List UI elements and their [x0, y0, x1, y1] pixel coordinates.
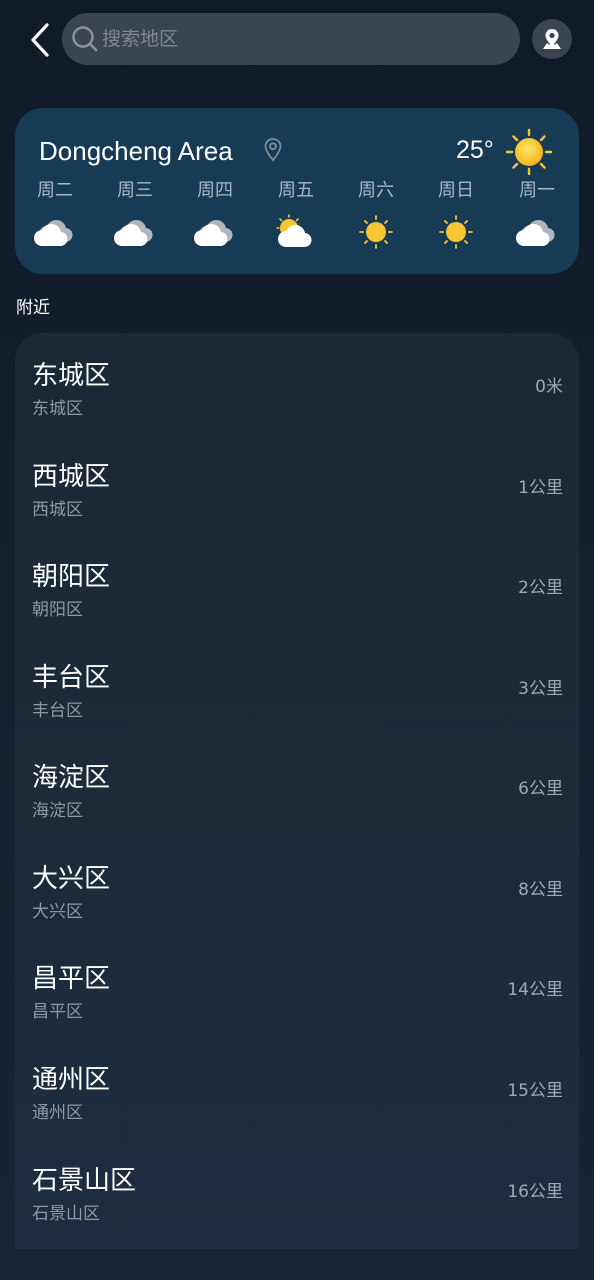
search-input[interactable]	[100, 27, 520, 51]
day-label: 周四	[197, 180, 233, 201]
current-weather-card[interactable]: Dongcheng Area 25° 周二 周三 周四 周五 周六 周日 周一	[15, 108, 579, 274]
district-name: 海淀区	[32, 763, 111, 793]
list-item[interactable]: 朝阳区 朝阳区 2公里	[15, 534, 579, 634]
district-subtitle: 丰台区	[32, 701, 83, 721]
distance-label: 16公里	[507, 1182, 563, 1202]
day-label: 周一	[519, 180, 555, 201]
distance-label: 14公里	[507, 980, 563, 1000]
distance-label: 8公里	[518, 880, 563, 900]
district-name: 昌平区	[32, 964, 111, 994]
district-subtitle: 通州区	[32, 1103, 83, 1123]
forecast-day: 周日	[416, 178, 496, 250]
distance-label: 6公里	[518, 779, 563, 799]
district-name: 通州区	[32, 1065, 111, 1095]
forecast-day: 周六	[336, 178, 416, 250]
distance-label: 15公里	[507, 1081, 563, 1101]
district-subtitle: 东城区	[32, 399, 83, 419]
district-name: 朝阳区	[32, 562, 111, 592]
sunny-icon	[439, 215, 473, 249]
cloudy-icon	[114, 219, 153, 247]
list-item[interactable]: 石景山区 石景山区 16公里	[15, 1138, 579, 1238]
list-item[interactable]: 昌平区 昌平区 14公里	[15, 936, 579, 1036]
search-bar[interactable]	[62, 13, 520, 65]
district-subtitle: 朝阳区	[32, 600, 83, 620]
day-label: 周二	[37, 180, 73, 201]
day-label: 周三	[117, 180, 153, 201]
list-item[interactable]: 大兴区 大兴区 8公里	[15, 836, 579, 936]
list-item[interactable]: 海淀区 海淀区 6公里	[15, 735, 579, 835]
district-subtitle: 石景山区	[32, 1204, 100, 1224]
day-label: 周五	[278, 180, 314, 201]
distance-label: 1公里	[518, 478, 563, 498]
current-temperature: 25°	[456, 136, 494, 164]
back-button[interactable]	[22, 20, 58, 60]
sunny-icon	[505, 128, 553, 176]
forecast-day: 周五	[256, 178, 336, 250]
forecast-day: 周四	[175, 178, 255, 250]
cloudy-icon	[34, 219, 73, 247]
distance-label: 3公里	[518, 679, 563, 699]
district-name: 西城区	[32, 462, 111, 492]
distance-label: 0米	[535, 377, 563, 397]
forecast-day: 周二	[15, 178, 95, 250]
district-name: 丰台区	[32, 663, 111, 693]
forecast-strip: 周二 周三 周四 周五 周六 周日 周一	[15, 178, 579, 258]
district-subtitle: 西城区	[32, 500, 83, 520]
district-subtitle: 昌平区	[32, 1002, 83, 1022]
day-label: 周日	[438, 180, 474, 201]
map-location-button[interactable]	[532, 19, 572, 59]
district-name: 大兴区	[32, 864, 111, 894]
cloudy-icon	[194, 219, 233, 247]
nearby-list: 东城区 东城区 0米 西城区 西城区 1公里 朝阳区 朝阳区 2公里 丰台区 丰…	[15, 333, 579, 1249]
city-name: Dongcheng Area	[39, 136, 233, 166]
search-icon	[70, 24, 100, 54]
distance-label: 2公里	[518, 578, 563, 598]
day-label: 周六	[358, 180, 394, 201]
location-pin-icon	[264, 138, 282, 162]
district-subtitle: 大兴区	[32, 902, 83, 922]
map-pin-icon	[543, 29, 561, 49]
forecast-day: 周一	[497, 178, 577, 250]
nearby-section-title: 附近	[16, 298, 50, 318]
list-item[interactable]: 东城区 东城区 0米	[15, 333, 579, 433]
list-item[interactable]: 丰台区 丰台区 3公里	[15, 635, 579, 735]
cloudy-icon	[516, 219, 555, 247]
back-arrow-icon	[31, 23, 49, 57]
list-item[interactable]: 西城区 西城区 1公里	[15, 434, 579, 534]
list-item[interactable]: 通州区 通州区 15公里	[15, 1037, 579, 1137]
district-subtitle: 海淀区	[32, 801, 83, 821]
forecast-day: 周三	[95, 178, 175, 250]
sunny-icon	[359, 215, 393, 249]
partly-sunny-icon	[276, 214, 312, 248]
district-name: 东城区	[32, 361, 111, 391]
top-bar	[0, 0, 594, 80]
district-name: 石景山区	[32, 1166, 137, 1196]
